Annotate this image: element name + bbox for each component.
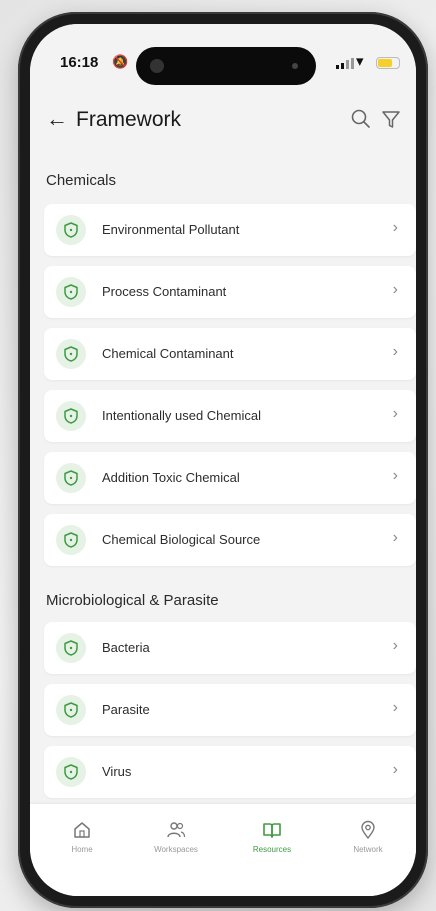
list-item[interactable]: Chemical Contaminant › (44, 328, 416, 380)
status-bar: 16:18 🔕 ▾ (30, 24, 416, 96)
list-item[interactable]: Addition Toxic Chemical › (44, 452, 416, 504)
chevron-right-icon: › (392, 343, 398, 360)
shield-icon (56, 401, 86, 431)
nav-network-label: Network (353, 845, 383, 854)
shield-icon (56, 757, 86, 787)
list-item-label: Intentionally used Chemical (102, 408, 261, 423)
chevron-right-icon: › (392, 637, 398, 654)
wifi-icon: ▾ (356, 53, 364, 70)
app-screen: 16:18 🔕 ▾ ← Framework Chemicals Environm… (30, 24, 416, 896)
list-item[interactable]: Intentionally used Chemical › (44, 390, 416, 442)
list-item-label: Bacteria (102, 640, 150, 655)
section-title: Microbiological & Parasite (46, 592, 219, 609)
home-icon (42, 820, 122, 840)
nav-network[interactable]: Network (328, 820, 408, 854)
book-icon (232, 820, 312, 840)
list-item-label: Virus (102, 764, 132, 779)
chevron-right-icon: › (392, 467, 398, 484)
shield-icon (56, 633, 86, 663)
filter-icon[interactable] (380, 108, 402, 135)
chevron-right-icon: › (392, 761, 398, 778)
location-pin-icon (328, 820, 408, 840)
list-item-label: Addition Toxic Chemical (102, 470, 240, 485)
page-title: Framework (76, 108, 182, 131)
list-item-label: Process Contaminant (102, 284, 227, 299)
list-item[interactable]: Bacteria › (44, 622, 416, 674)
list-item[interactable]: Parasite › (44, 684, 416, 736)
phone-frame: 16:18 🔕 ▾ ← Framework Chemicals Environm… (18, 12, 428, 908)
list-item-label: Environmental Pollutant (102, 222, 240, 237)
shield-icon (56, 695, 86, 725)
chevron-right-icon: › (392, 529, 398, 546)
chevron-right-icon: › (392, 281, 398, 298)
list-item[interactable]: Environmental Pollutant › (44, 204, 416, 256)
shield-icon (56, 215, 86, 245)
list-item-label: Chemical Biological Source (102, 532, 261, 547)
battery-fill (378, 59, 392, 67)
chevron-right-icon: › (392, 405, 398, 422)
list-item-label: Parasite (102, 702, 150, 717)
bottom-navigation: Home Workspaces Resources Network (30, 804, 416, 896)
dynamic-island (136, 47, 316, 85)
section-title: Chemicals (46, 172, 117, 189)
nav-resources[interactable]: Resources (232, 820, 312, 854)
camera-icon (150, 59, 164, 73)
nav-workspaces-label: Workspaces (154, 845, 198, 854)
nav-resources-label: Resources (252, 845, 292, 854)
search-icon[interactable] (350, 108, 372, 135)
list-item-label: Chemical Contaminant (102, 346, 234, 361)
shield-icon (56, 339, 86, 369)
list-item[interactable]: Chemical Biological Source › (44, 514, 416, 566)
list-item[interactable]: Process Contaminant › (44, 266, 416, 318)
app-header: ← Framework (30, 96, 416, 146)
status-time: 16:18 (60, 54, 99, 71)
users-icon (136, 820, 216, 840)
shield-icon (56, 277, 86, 307)
nav-workspaces[interactable]: Workspaces (136, 820, 216, 854)
bell-icon: 🔕 (112, 54, 129, 69)
signal-icon (336, 58, 354, 69)
nav-home-label: Home (71, 845, 93, 854)
shield-icon (56, 463, 86, 493)
battery-icon (376, 57, 400, 69)
shield-icon (56, 525, 86, 555)
chevron-right-icon: › (392, 219, 398, 236)
list-item[interactable]: Virus › (44, 746, 416, 798)
back-arrow-icon[interactable]: ← (46, 106, 68, 132)
nav-home[interactable]: Home (42, 820, 122, 854)
chevron-right-icon: › (392, 699, 398, 716)
sensor-icon (292, 63, 298, 69)
